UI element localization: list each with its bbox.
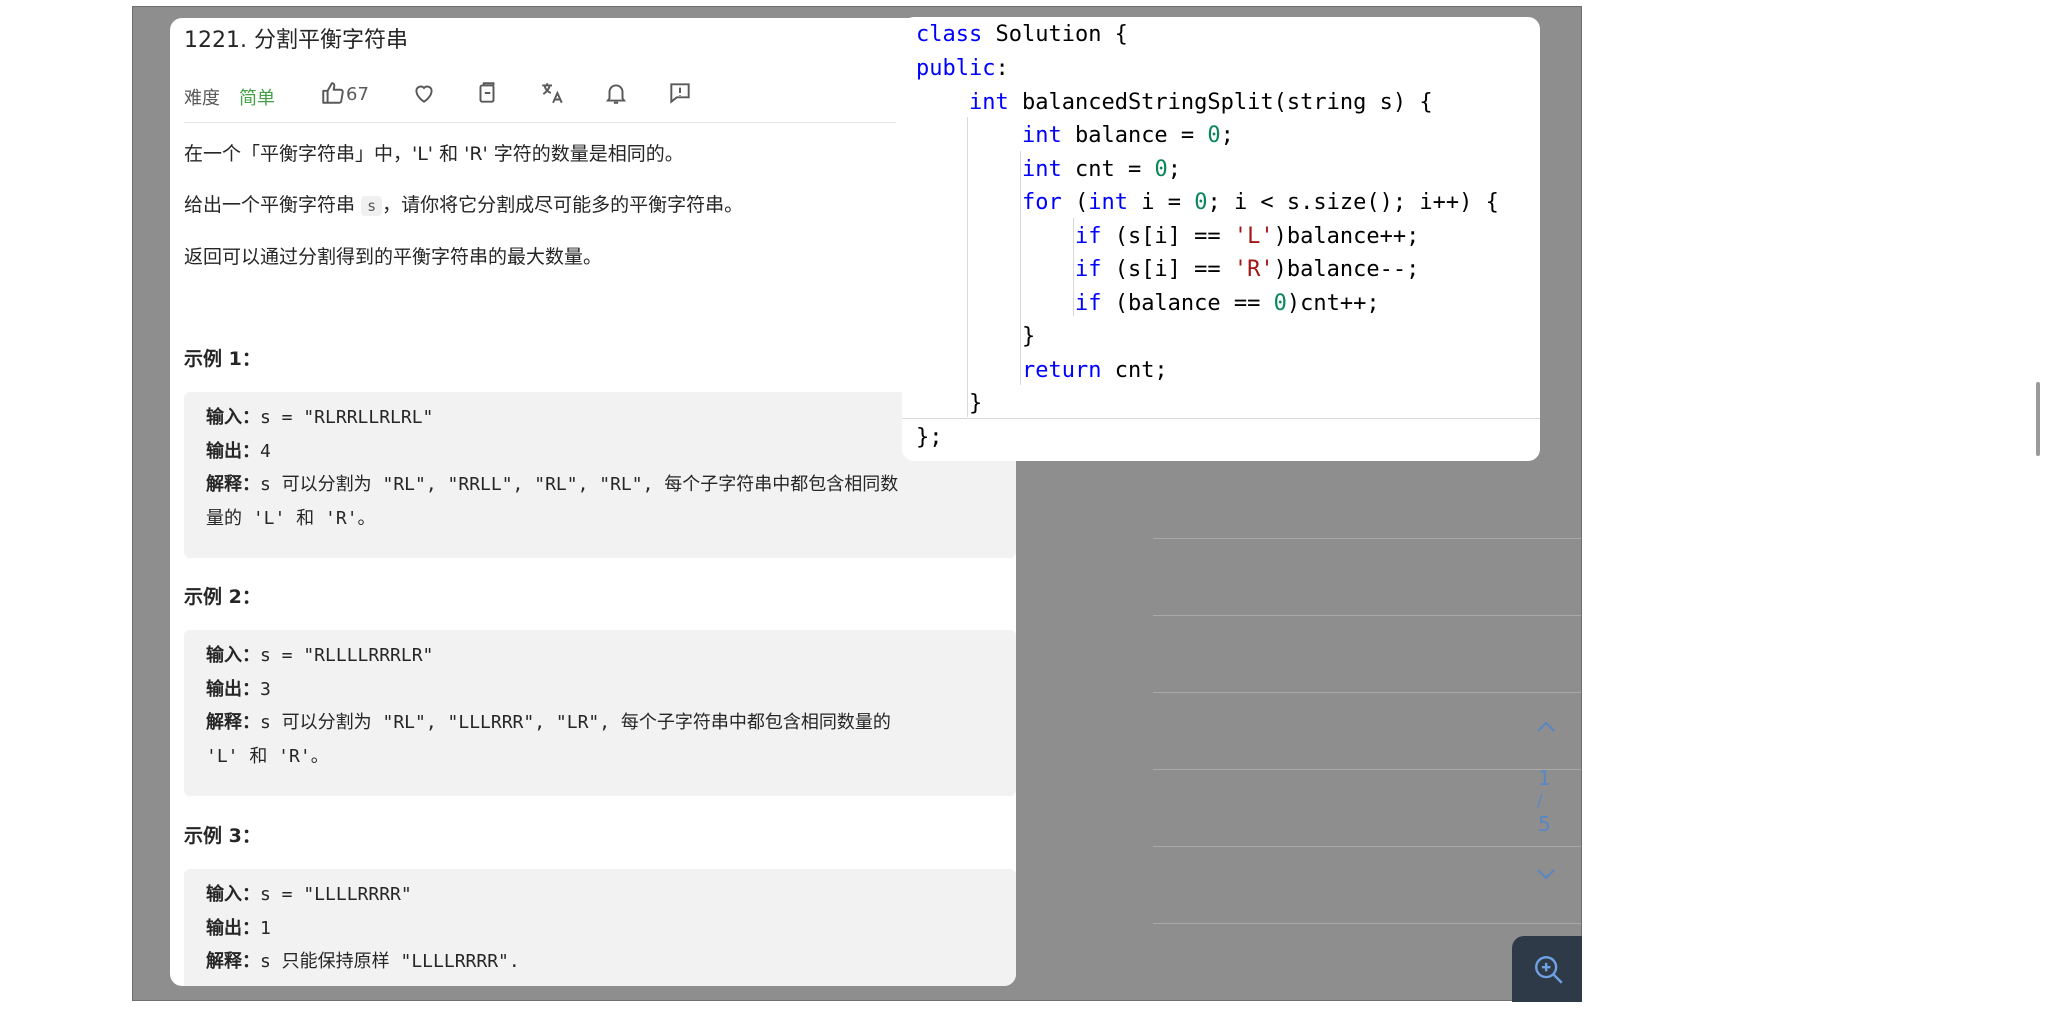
chevron-up-icon[interactable] bbox=[1535, 718, 1557, 739]
example-explanation: 解释：s 只能保持原样 "LLLLRRRR". bbox=[206, 950, 520, 974]
explain-label: 解释： bbox=[206, 951, 260, 972]
code-line: if (balance == 0)cnt++; bbox=[1074, 291, 1380, 316]
code-line: if (s[i] == 'R')balance--; bbox=[1074, 257, 1420, 282]
example-block: 输入：s = "RLLLLRRRLR" 输出：3 解释：s 可以分割为 "RL"… bbox=[184, 630, 1016, 796]
code-line: return cnt; bbox=[1021, 358, 1168, 383]
translate-icon[interactable] bbox=[539, 80, 567, 108]
favorite-heart-icon[interactable] bbox=[411, 80, 439, 108]
explain-value: s 可以分割为 "RL", "LLLRRR", "LR", 每个子字符串中都包含… bbox=[260, 712, 891, 733]
example-input: 输入：s = "RLRRLLRLRL" bbox=[206, 406, 433, 430]
desc-text: 给出一个平衡字符串 bbox=[184, 194, 356, 216]
input-label: 输入： bbox=[206, 884, 260, 905]
example-explanation: 解释：s 可以分割为 "RL", "RRLL", "RL", "RL", 每个子… bbox=[206, 473, 898, 497]
explain-label: 解释： bbox=[206, 474, 260, 495]
example-output: 输出：3 bbox=[206, 678, 271, 702]
output-label: 输出： bbox=[206, 918, 260, 939]
problem-description-line: 给出一个平衡字符串 s ，请你将它分割成尽可能多的平衡字符串。 bbox=[184, 190, 743, 217]
code-line: int balancedStringSplit(string s) { bbox=[968, 90, 1433, 115]
output-value: 1 bbox=[260, 918, 271, 939]
ruled-line bbox=[1153, 769, 1581, 770]
code-line: for (int i = 0; i < s.size(); i++) { bbox=[1021, 190, 1499, 215]
explain-value: s 可以分割为 "RL", "RRLL", "RL", "RL", 每个子字符串… bbox=[260, 474, 899, 495]
zoom-in-icon bbox=[1532, 953, 1566, 991]
ruled-line bbox=[1153, 846, 1581, 847]
difficulty-value: 简单 bbox=[239, 88, 275, 109]
thumbs-up-icon[interactable] bbox=[320, 80, 348, 108]
example-output: 输出：1 bbox=[206, 917, 271, 941]
feedback-icon[interactable] bbox=[667, 80, 695, 108]
example-block: 输入：s = "RLRRLLRLRL" 输出：4 解释：s 可以分割为 "RL"… bbox=[184, 392, 1016, 558]
example-explanation-cont: 量的 'L' 和 'R'。 bbox=[206, 508, 376, 529]
inline-code: s bbox=[361, 196, 383, 216]
difficulty-label: 难度 bbox=[184, 88, 220, 109]
code-line: int cnt = 0; bbox=[1021, 157, 1181, 182]
input-label: 输入： bbox=[206, 407, 260, 428]
code-panel: class Solution { public: int balancedStr… bbox=[902, 17, 1540, 461]
example-explanation-cont: 'L' 和 'R'。 bbox=[206, 746, 329, 767]
problem-card: 1221. 分割平衡字符串 难度 简单 67 在一个「平衡字符串」中，'L' 和… bbox=[170, 18, 1016, 986]
example-heading: 示例 1： bbox=[184, 348, 261, 370]
code-line: }; bbox=[916, 425, 943, 450]
input-value: s = "RLLLLRRRLR" bbox=[260, 645, 434, 666]
likes-count: 67 bbox=[346, 84, 369, 105]
code-line: } bbox=[916, 391, 983, 416]
example-block: 输入：s = "LLLLRRRR" 输出：1 解释：s 只能保持原样 "LLLL… bbox=[184, 869, 1016, 986]
example-heading: 示例 2： bbox=[184, 586, 261, 608]
example-output: 输出：4 bbox=[206, 440, 271, 464]
code-line: if (s[i] == 'L')balance++; bbox=[1074, 224, 1420, 249]
example-input: 输入：s = "RLLLLRRRLR" bbox=[206, 644, 433, 668]
page-separator: / bbox=[1537, 791, 1543, 810]
ruled-line bbox=[1153, 692, 1581, 693]
output-value: 4 bbox=[260, 441, 271, 462]
page-current: 1 bbox=[1538, 766, 1551, 790]
desc-text: ，请你将它分割成尽可能多的平衡字符串。 bbox=[382, 194, 744, 216]
problem-meta-bar: 难度 简单 67 bbox=[184, 68, 896, 123]
ruled-line bbox=[1153, 923, 1581, 924]
zoom-button[interactable] bbox=[1512, 936, 1582, 1002]
scrollbar-thumb[interactable] bbox=[2036, 382, 2040, 456]
output-value: 3 bbox=[260, 679, 271, 700]
example-input: 输入：s = "LLLLRRRR" bbox=[206, 883, 412, 907]
example-explanation: 解释：s 可以分割为 "RL", "LLLRRR", "LR", 每个子字符串中… bbox=[206, 711, 891, 735]
output-label: 输出： bbox=[206, 441, 260, 462]
explain-value: s 只能保持原样 "LLLLRRRR". bbox=[260, 951, 520, 972]
input-label: 输入： bbox=[206, 645, 260, 666]
code-line: } bbox=[916, 324, 1036, 349]
ruled-line bbox=[1153, 538, 1581, 539]
code-line: class Solution { bbox=[916, 22, 1128, 47]
chevron-down-icon[interactable] bbox=[1535, 865, 1557, 886]
explain-label: 解释： bbox=[206, 712, 260, 733]
ruled-line bbox=[1153, 615, 1581, 616]
output-label: 输出： bbox=[206, 679, 260, 700]
input-value: s = "LLLLRRRR" bbox=[260, 884, 412, 905]
problem-title: 1221. 分割平衡字符串 bbox=[184, 28, 408, 53]
code-line: public: bbox=[916, 56, 1009, 81]
code-line: int balance = 0; bbox=[1021, 123, 1234, 148]
example-heading: 示例 3： bbox=[184, 825, 261, 847]
input-value: s = "RLRRLLRLRL" bbox=[260, 407, 434, 428]
copy-share-icon[interactable] bbox=[474, 80, 502, 108]
problem-description-line: 返回可以通过分割得到的平衡字符串的最大数量。 bbox=[184, 246, 603, 268]
problem-description-line: 在一个「平衡字符串」中，'L' 和 'R' 字符的数量是相同的。 bbox=[184, 143, 684, 165]
code-divider bbox=[902, 418, 1540, 419]
page-total: 5 bbox=[1538, 812, 1551, 836]
bell-icon[interactable] bbox=[603, 80, 631, 108]
